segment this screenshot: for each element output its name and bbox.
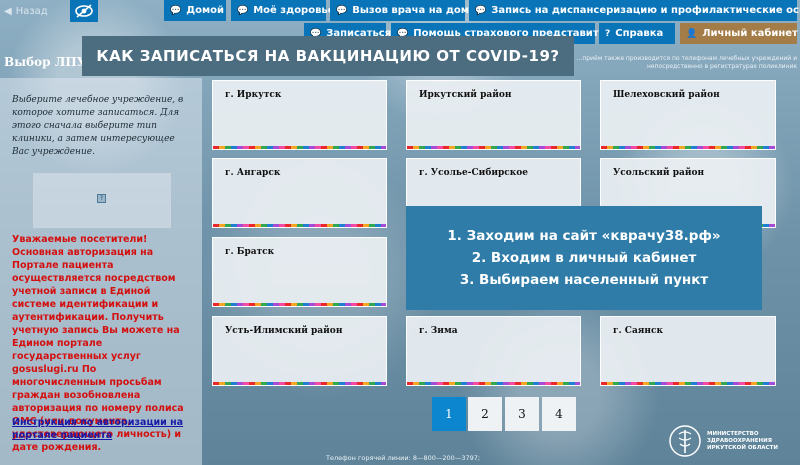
nav-help-label: Справка — [615, 28, 664, 39]
nav-help-button[interactable]: ? Справка — [599, 23, 675, 44]
nav-health-label: Моё здоровье — [253, 5, 335, 16]
page-2-button[interactable]: 2 — [468, 397, 502, 431]
image-placeholder: ? — [33, 173, 171, 228]
tile-sayansk[interactable]: г. Саянск — [600, 316, 776, 386]
tile-ust-ilimsk[interactable]: Усть-Илимский район — [212, 316, 387, 386]
nav-doctor-home-label: Вызов врача на дом — [352, 5, 469, 16]
arrow-left-icon: ◀ — [4, 5, 12, 17]
nav-home-label: Домой — [186, 5, 225, 16]
tile-label: г. Зима — [419, 326, 458, 336]
instruction-step-3: 3. Выбираем населенный пункт — [459, 272, 709, 288]
headline-banner: КАК ЗАПИСАТЬСЯ НА ВАКЦИНАЦИЮ ОТ COVID-19… — [82, 36, 574, 76]
tile-label: г. Иркутск — [225, 90, 282, 100]
tile-label: г. Саянск — [613, 326, 663, 336]
tile-label: Иркутский район — [419, 90, 512, 100]
nav-cabinet-button[interactable]: 👤 Личный кабинет — [680, 23, 798, 44]
tile-strip — [213, 382, 386, 385]
tile-strip — [407, 382, 580, 385]
back-label: Назад — [15, 5, 48, 17]
nav-doctor-home-button[interactable]: 💬 Вызов врача на дом — [330, 0, 469, 21]
tile-label: Усть-Илимский район — [225, 326, 343, 336]
back-button[interactable]: ◀ Назад — [4, 2, 64, 20]
page-4-button[interactable]: 4 — [542, 397, 576, 431]
ministry-text: МИНИСТЕРСТВО ЗДРАВООХРАНЕНИЯ ИРКУТСКОЙ О… — [707, 431, 778, 452]
broken-image-icon: ? — [97, 194, 106, 203]
question-icon: ? — [605, 28, 611, 39]
eye-icon — [75, 4, 93, 18]
nav-health-button[interactable]: 💬 Моё здоровье — [231, 0, 335, 21]
page-3-button[interactable]: 3 — [505, 397, 539, 431]
tile-strip — [601, 146, 775, 149]
ministry-line: ИРКУТСКОЙ ОБЛАСТИ — [707, 444, 778, 451]
nav-checkup-label: Запись на диспансеризацию и профилактиче… — [491, 5, 800, 16]
tile-label: г. Ангарск — [225, 168, 281, 178]
tile-strip — [601, 382, 775, 385]
left-panel: Выберите лечебное учреждение, в которое … — [0, 78, 202, 465]
tile-label: Усольский район — [613, 168, 705, 178]
chat-bubble-icon: 💬 — [336, 5, 348, 16]
tile-irkutsk[interactable]: г. Иркутск — [212, 80, 387, 150]
nav-cabinet-label: Личный кабинет — [702, 28, 798, 39]
ministry-line: МИНИСТЕРСТВО — [707, 430, 759, 437]
tile-irkutsk-district[interactable]: Иркутский район — [406, 80, 581, 150]
ministry-logo: МИНИСТЕРСТВО ЗДРАВООХРАНЕНИЯ ИРКУТСКОЙ О… — [668, 423, 796, 459]
tile-strip — [407, 146, 580, 149]
tile-label: г. Братск — [225, 247, 275, 257]
tile-zima[interactable]: г. Зима — [406, 316, 581, 386]
tile-strip — [213, 146, 386, 149]
tile-label: Шелеховский район — [613, 90, 720, 100]
tile-strip — [213, 303, 386, 306]
user-icon: 👤 — [686, 28, 698, 39]
auth-instruction-link[interactable]: Инструкция по авторизации на портале пац… — [12, 416, 192, 442]
tile-strip — [213, 224, 386, 227]
nav-checkup-button[interactable]: 💬 Запись на диспансеризацию и профилакти… — [469, 0, 800, 21]
phone-note: ...приём также производится по телефонам… — [576, 55, 797, 70]
tile-bratsk[interactable]: г. Братск — [212, 237, 387, 307]
tile-label: г. Усолье-Сибирское — [419, 168, 529, 178]
chat-bubble-icon: 💬 — [170, 5, 182, 16]
page-1-button[interactable]: 1 — [432, 397, 466, 431]
tile-shelekhov[interactable]: Шелеховский район — [600, 80, 776, 150]
hotline-text: Телефон горячей линии: 8—800—200—3797; — [326, 454, 481, 462]
chat-bubble-icon: 💬 — [237, 5, 249, 16]
tile-angarsk[interactable]: г. Ангарск — [212, 158, 387, 228]
instruction-step-2: 2. Входим в личный кабинет — [471, 250, 697, 266]
page-title: Выбор ЛПУ — [4, 55, 87, 69]
intro-text: Выберите лечебное учреждение, в которое … — [12, 95, 184, 157]
visually-impaired-button[interactable] — [70, 0, 98, 22]
ministry-line: ЗДРАВООХРАНЕНИЯ — [707, 437, 772, 444]
caduceus-icon — [669, 425, 701, 457]
chat-bubble-icon: 💬 — [475, 5, 487, 16]
instruction-overlay: 1. Заходим на сайт «квpачу38.рф» 2. Вход… — [406, 206, 762, 310]
nav-home-button[interactable]: 💬 Домой — [164, 0, 226, 21]
instruction-step-1: 1. Заходим на сайт «квpачу38.рф» — [447, 228, 721, 244]
